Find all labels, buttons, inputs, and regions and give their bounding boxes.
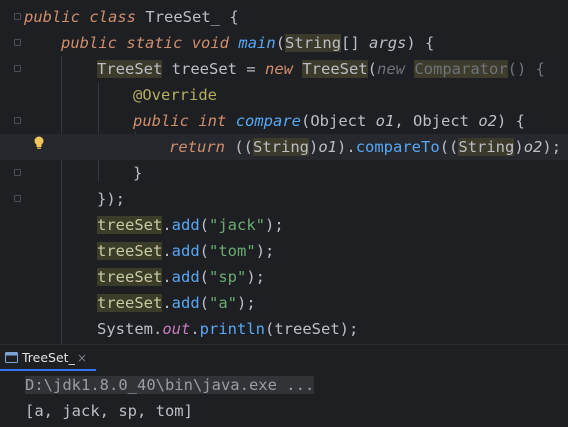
code-line[interactable]: } (0, 160, 568, 186)
keyword: class (89, 8, 137, 26)
punct: (( (225, 138, 253, 156)
method-call: compareTo (355, 138, 440, 156)
punct: }); (97, 190, 125, 208)
code-line[interactable]: treeSet.add("a"); (0, 290, 568, 316)
variable: treeSet (97, 216, 163, 234)
type-name-dim: Comparator (414, 60, 508, 78)
string-literal: "jack" (209, 216, 266, 234)
console-output[interactable]: D:\jdk1.8.0_40\bin\java.exe ... [a, jack… (0, 371, 568, 427)
keyword: void (191, 34, 230, 52)
punct: (Object (301, 112, 376, 130)
code-line[interactable]: @Override (0, 82, 568, 108)
console-command[interactable]: D:\jdk1.8.0_40\bin\java.exe ... (25, 376, 315, 394)
brace: } (133, 164, 143, 182)
parameter: o1 (375, 112, 395, 130)
lightbulb-icon[interactable] (33, 136, 45, 150)
punct: . (162, 242, 172, 260)
parameter: o2 (478, 112, 498, 130)
punct: ); (237, 294, 256, 312)
console-gutter (0, 371, 20, 427)
code-line-current[interactable]: return ((String)o1).compareTo((String)o2… (0, 134, 568, 160)
variable: treeSet (97, 242, 163, 260)
punct: ) { (406, 34, 435, 52)
punct: . (190, 320, 200, 338)
punct: ) (514, 138, 524, 156)
punct: , Object (394, 112, 479, 130)
parameter: o2 (523, 138, 543, 156)
method-call: add (171, 216, 200, 234)
keyword: return (169, 138, 225, 156)
close-icon[interactable]: × (77, 345, 87, 371)
method-name: compare (235, 112, 302, 130)
annotation: @Override (133, 86, 217, 104)
variable: treeSet (97, 268, 163, 286)
class-name: TreeSet_ (145, 8, 221, 26)
type-name: String (285, 34, 342, 52)
punct: . (162, 216, 172, 234)
method-call: add (171, 242, 200, 260)
punct: ( (275, 34, 286, 52)
code-line[interactable]: System.out.println(treeSet); (0, 316, 568, 342)
keyword: public (24, 8, 80, 26)
string-literal: "a" (209, 294, 238, 312)
punct: ); (255, 242, 275, 260)
class-name: System. (97, 320, 163, 338)
console-line: D:\jdk1.8.0_40\bin\java.exe ... (25, 373, 315, 397)
method-call: println (199, 320, 265, 338)
variable: treeSet (171, 60, 237, 78)
string-literal: "tom" (209, 242, 256, 260)
keyword: public (61, 34, 117, 52)
punct: ). (337, 138, 356, 156)
type-name: String (253, 138, 309, 156)
keyword: public (133, 112, 189, 130)
punct: (treeSet); (265, 320, 359, 338)
code-line[interactable]: public int compare(Object o1, Object o2)… (0, 108, 568, 134)
run-panel: TreeSet_ × D:\jdk1.8.0_40\bin\java.exe .… (0, 344, 568, 427)
static-field: out (162, 320, 191, 338)
code-line[interactable]: TreeSet treeSet = new TreeSet(new Compar… (0, 56, 568, 82)
run-tab-bar: TreeSet_ × (0, 345, 568, 371)
code-line[interactable]: public class TreeSet_ { (0, 4, 568, 30)
punct: () { (507, 60, 545, 78)
punct: ); (542, 138, 562, 156)
brace: { (220, 8, 239, 26)
code-line[interactable]: public static void main(String[] args) { (0, 30, 568, 56)
type-name: TreeSet (97, 60, 163, 78)
punct: ); (265, 216, 284, 234)
run-tab-label: TreeSet_ (22, 350, 75, 365)
type-name: TreeSet (302, 60, 368, 78)
parameter: args (369, 34, 407, 52)
keyword-dim: new (377, 60, 415, 78)
punct: ) { (497, 112, 526, 130)
method-call: add (171, 268, 200, 286)
string-literal: "sp" (209, 268, 247, 286)
run-tab[interactable]: TreeSet_ × (0, 345, 96, 371)
type-name: String (458, 138, 515, 156)
punct: ); (246, 268, 266, 286)
method-call: add (171, 294, 200, 312)
punct: = (237, 60, 265, 78)
console-line: [a, jack, sp, tom] (25, 402, 193, 420)
punct: ) (309, 138, 319, 156)
method-name: main (238, 34, 276, 52)
run-config-icon (5, 352, 18, 363)
code-line[interactable]: treeSet.add("sp"); (0, 264, 568, 290)
keyword: static (126, 34, 183, 52)
punct: ( (367, 60, 378, 78)
keyword: int (198, 112, 227, 130)
code-line[interactable]: treeSet.add("jack"); (0, 212, 568, 238)
code-line[interactable]: treeSet.add("tom"); (0, 238, 568, 264)
punct: [] (341, 34, 370, 52)
code-line[interactable]: }); (0, 186, 568, 212)
punct: . (162, 294, 172, 312)
variable: treeSet (97, 294, 163, 312)
parameter: o1 (318, 138, 338, 156)
code-editor[interactable]: public class TreeSet_ { public static vo… (0, 0, 568, 344)
punct: . (162, 268, 172, 286)
keyword: new (265, 60, 293, 78)
punct: (( (439, 138, 459, 156)
